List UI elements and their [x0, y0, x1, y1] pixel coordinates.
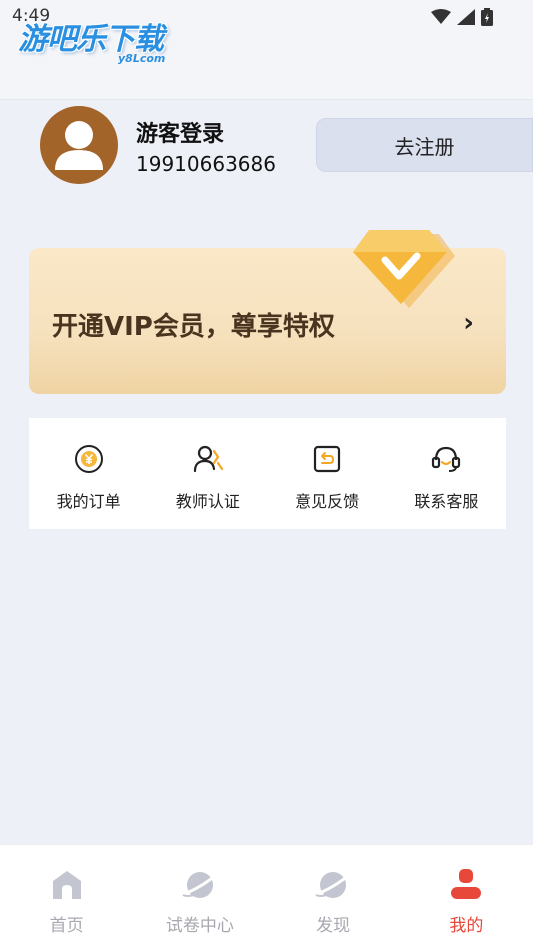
menu-item-customer-service[interactable]: 联系客服 — [387, 418, 506, 529]
vip-promo-text: 开通VIP会员，尊享特权 — [52, 312, 335, 342]
tab-label: 试卷中心 — [165, 916, 234, 936]
tab-label: 我的 — [449, 916, 484, 936]
tab-discover[interactable]: 发现 — [267, 845, 400, 948]
phone-number: 19910663686 — [136, 152, 276, 176]
bottom-tab-bar: 首页 试卷中心 发现 我的 — [0, 844, 533, 948]
status-icons — [431, 8, 493, 26]
battery-icon — [481, 8, 493, 26]
menu-item-teacher-cert[interactable]: 教师认证 — [148, 418, 267, 529]
avatar[interactable] — [40, 106, 118, 184]
user-silhouette-icon — [55, 121, 103, 170]
quick-menu: 我的订单 教师认证 意见反馈 联系客服 — [29, 418, 506, 529]
register-button[interactable]: 去注册 — [316, 118, 533, 172]
chevron-right-icon: › — [463, 308, 474, 338]
menu-item-label: 联系客服 — [414, 492, 479, 511]
username[interactable]: 游客登录 — [136, 116, 224, 148]
feedback-icon — [310, 442, 344, 476]
tab-exam-center[interactable]: 试卷中心 — [133, 845, 266, 948]
watermark-subtext: y8Lcom — [118, 52, 166, 65]
vip-diamond-icon — [353, 230, 455, 308]
wifi-icon — [431, 9, 451, 24]
teacher-icon — [191, 442, 225, 476]
menu-item-label: 意见反馈 — [295, 492, 360, 511]
vip-banner[interactable]: 开通VIP会员，尊享特权 › — [29, 230, 506, 394]
menu-item-label: 教师认证 — [175, 492, 240, 511]
menu-item-label: 我的订单 — [56, 492, 121, 511]
menu-item-orders[interactable]: 我的订单 — [29, 418, 148, 529]
menu-item-feedback[interactable]: 意见反馈 — [268, 418, 387, 529]
headset-icon — [429, 442, 463, 476]
home-icon — [47, 865, 87, 905]
planet-icon — [180, 865, 220, 905]
planet-icon — [313, 865, 353, 905]
signal-icon — [457, 9, 475, 25]
tab-label: 首页 — [49, 916, 84, 936]
watermark-logo: 游吧乐下载 y8Lcom — [18, 14, 188, 70]
tab-home[interactable]: 首页 — [0, 845, 133, 948]
profile-section: 游客登录 19910663686 去注册 — [0, 100, 533, 205]
yuan-coin-icon — [72, 442, 106, 476]
tab-label: 发现 — [316, 916, 351, 936]
tab-mine[interactable]: 我的 — [400, 845, 533, 948]
profile-icon — [446, 865, 486, 905]
